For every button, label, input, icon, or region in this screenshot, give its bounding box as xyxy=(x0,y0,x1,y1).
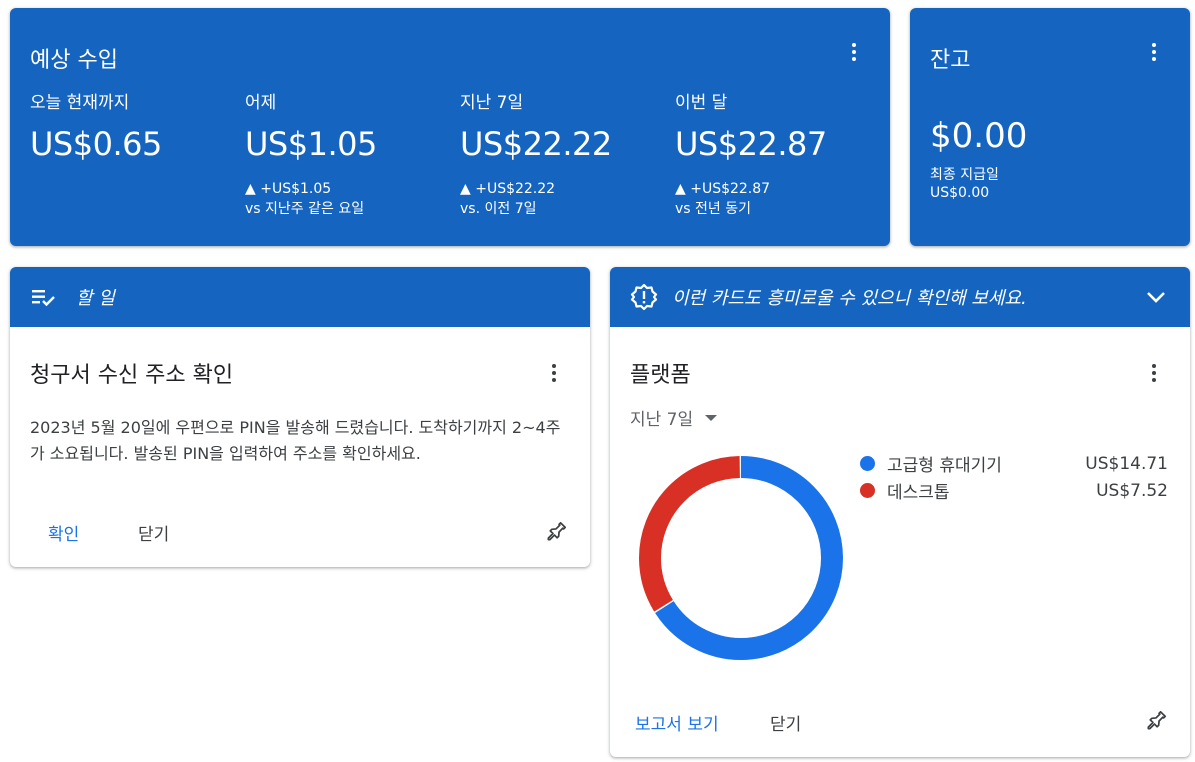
metric-yesterday: 어제 US$1.05 ▲ +US$1.05 vs 지난주 같은 요일 xyxy=(245,88,455,219)
date-range-label: 지난 7일 xyxy=(630,410,694,430)
metric-label: 지난 7일 xyxy=(460,93,524,113)
metric-change: ▲ +US$1.05 xyxy=(245,181,332,197)
close-button[interactable]: 닫기 xyxy=(138,520,169,545)
earnings-more-icon[interactable] xyxy=(842,40,866,64)
balance-card: 잔고 $0.00 최종 지급일 US$0.00 xyxy=(910,8,1190,246)
metric-label: 오늘 현재까지 xyxy=(30,93,130,113)
balance-amount: $0.00 xyxy=(930,116,1028,156)
confirm-button[interactable]: 확인 xyxy=(48,520,79,545)
legend-name: 고급형 휴대기기 xyxy=(887,456,1002,476)
metric-today: 오늘 현재까지 US$0.65 xyxy=(30,88,240,163)
metric-change: ▲ +US$22.22 xyxy=(460,181,556,197)
chevron-down-icon[interactable] xyxy=(1144,285,1168,309)
platform-card: 이런 카드도 흥미로울 수 있으니 확인해 보세요. 플랫폼 지난 7일 고급형… xyxy=(610,267,1190,757)
todo-header: 할 일 xyxy=(10,267,590,327)
metric-value: US$0.65 xyxy=(30,125,162,163)
platform-donut-chart xyxy=(639,456,843,660)
legend-color-dot xyxy=(860,483,875,498)
metric-change: ▲ +US$22.87 xyxy=(675,181,771,197)
legend-amount: US$14.71 xyxy=(1085,453,1168,474)
todo-header-text: 할 일 xyxy=(76,288,115,309)
view-report-button[interactable]: 보고서 보기 xyxy=(635,710,719,735)
checklist-icon xyxy=(30,287,56,307)
todo-card: 할 일 청구서 수신 주소 확인 2023년 5월 20일에 우편으로 PIN을… xyxy=(10,267,590,567)
metric-value: US$1.05 xyxy=(245,125,377,163)
last-payment-label: 최종 지급일 xyxy=(930,167,999,183)
legend-color-dot xyxy=(860,456,875,471)
balance-title: 잔고 xyxy=(930,48,971,73)
pin-icon[interactable] xyxy=(1143,708,1169,738)
legend-item: 데스크톱 US$7.52 xyxy=(860,478,1168,503)
platform-more-icon[interactable] xyxy=(1142,361,1166,385)
suggestion-header[interactable]: 이런 카드도 흥미로울 수 있으니 확인해 보세요. xyxy=(610,267,1190,327)
legend-name: 데스크톱 xyxy=(887,483,950,503)
badge-alert-icon xyxy=(630,283,658,311)
close-button[interactable]: 닫기 xyxy=(770,710,801,735)
metric-value: US$22.22 xyxy=(460,125,612,163)
earnings-title: 예상 수입 xyxy=(30,48,118,73)
metric-compare: vs. 이전 7일 xyxy=(460,201,537,217)
legend-amount: US$7.52 xyxy=(1096,480,1168,501)
metric-compare: vs 전년 동기 xyxy=(675,201,751,217)
metric-last-7-days: 지난 7일 US$22.22 ▲ +US$22.22 vs. 이전 7일 xyxy=(460,88,670,219)
suggestion-header-text: 이런 카드도 흥미로울 수 있으니 확인해 보세요. xyxy=(672,288,1027,309)
last-payment-amount: US$0.00 xyxy=(930,185,990,201)
metric-label: 어제 xyxy=(245,93,277,113)
metric-compare: vs 지난주 같은 요일 xyxy=(245,201,365,217)
legend-item: 고급형 휴대기기 US$14.71 xyxy=(860,451,1168,476)
todo-body: 2023년 5월 20일에 우편으로 PIN을 발송해 드렸습니다. 도착하기까… xyxy=(30,418,561,463)
card-title: 청구서 수신 주소 확인 xyxy=(30,363,234,388)
metric-value: US$22.87 xyxy=(675,125,827,163)
estimated-earnings-card: 예상 수입 오늘 현재까지 US$0.65 어제 US$1.05 ▲ +US$1… xyxy=(10,8,890,246)
dropdown-arrow-icon xyxy=(705,414,718,421)
metric-label: 이번 달 xyxy=(675,93,728,113)
metric-this-month: 이번 달 US$22.87 ▲ +US$22.87 vs 전년 동기 xyxy=(675,88,885,219)
card-title: 플랫폼 xyxy=(630,363,691,388)
pin-icon[interactable] xyxy=(543,519,569,549)
date-range-dropdown[interactable]: 지난 7일 xyxy=(630,405,718,430)
balance-more-icon[interactable] xyxy=(1142,40,1166,64)
todo-more-icon[interactable] xyxy=(542,361,566,385)
